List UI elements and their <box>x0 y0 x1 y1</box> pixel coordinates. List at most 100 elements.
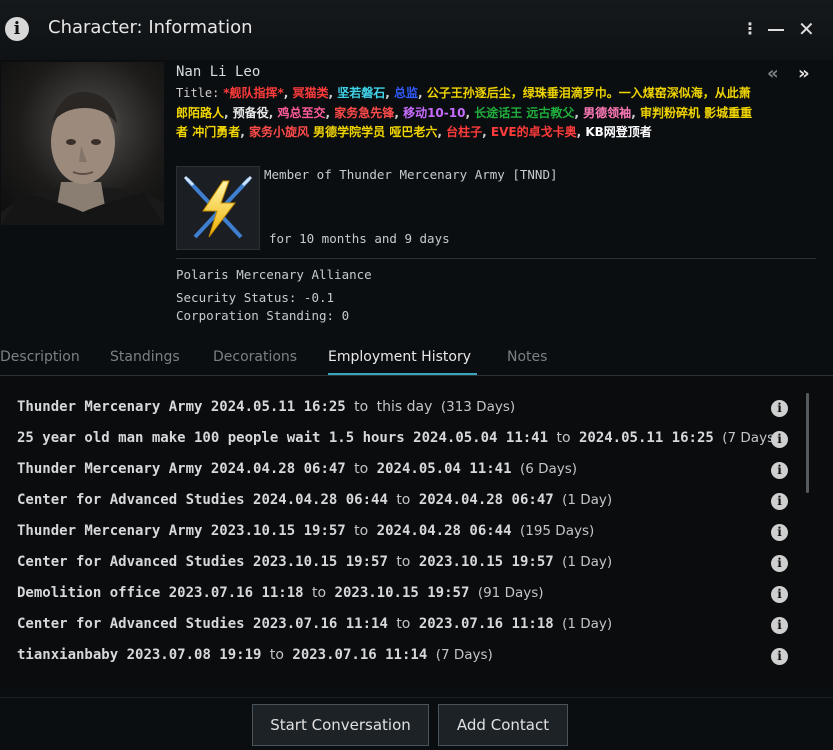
title-segment: 台柱子 <box>446 125 483 139</box>
history-start: 2023.10.15 19:57 <box>210 523 346 539</box>
tab-description[interactable]: Description <box>0 349 80 365</box>
row-clip: Center for Advanced Studies 2024.04.28 0… <box>0 486 796 517</box>
history-start: 2023.07.16 11:18 <box>168 585 304 601</box>
character-titles: Title: *舰队指挥*, 冥猫类, 坚若磐石, 总监, 公子王孙逐后尘，绿珠… <box>176 84 761 143</box>
info-icon[interactable]: i <box>771 648 788 665</box>
history-days: (1 Day) <box>562 554 613 570</box>
history-start: 2023.07.08 19:19 <box>126 647 262 663</box>
title-segment: , <box>418 86 427 100</box>
history-start: 2024.04.28 06:44 <box>253 492 388 508</box>
title-segment: , <box>224 105 233 120</box>
history-end: 2024.05.04 11:41 <box>376 461 512 477</box>
history-entry: Center for Advanced Studies 2023.07.16 1… <box>17 616 612 632</box>
table-row[interactable]: Center for Advanced Studies 2024.04.28 0… <box>0 486 800 517</box>
tab-decorations[interactable]: Decorations <box>213 349 297 365</box>
tab-employment-history[interactable]: Employment History <box>328 349 471 365</box>
history-entry: Center for Advanced Studies 2024.04.28 0… <box>17 492 612 508</box>
history-to: to <box>556 430 571 446</box>
title-segment: , <box>482 125 491 139</box>
previous-arrow-icon[interactable]: « <box>767 63 779 84</box>
title-segment: , <box>385 86 395 100</box>
history-to: to <box>269 647 284 663</box>
history-corp[interactable]: Demolition office <box>17 585 160 601</box>
history-to: to <box>354 461 369 477</box>
info-icon[interactable]: i <box>5 17 29 41</box>
alliance-name[interactable]: Polaris Mercenary Alliance <box>176 267 372 282</box>
history-entry: Center for Advanced Studies 2023.10.15 1… <box>17 554 612 570</box>
title-segment: , <box>240 125 249 139</box>
info-icon[interactable]: i <box>771 524 788 541</box>
title-segment: 哑巴老六 <box>389 125 438 139</box>
history-days: (91 Days) <box>477 585 544 601</box>
start-conversation-button[interactable]: Start Conversation <box>252 704 429 746</box>
history-to: to <box>396 492 411 508</box>
table-row[interactable]: Center for Advanced Studies 2023.07.16 1… <box>0 610 800 641</box>
info-icon[interactable]: i <box>771 431 788 448</box>
history-corp[interactable]: Center for Advanced Studies <box>17 616 245 632</box>
table-row[interactable]: Thunder Mercenary Army 2023.10.15 19:57 … <box>0 517 800 548</box>
history-entry: tianxianbaby 2023.07.08 19:19 to 2023.07… <box>17 647 493 663</box>
title-segment: 长途话王 <box>474 105 523 120</box>
table-row[interactable]: Demolition office 2023.07.16 11:18 to 20… <box>0 579 800 610</box>
character-portrait[interactable] <box>1 62 164 225</box>
history-corp[interactable]: Thunder Mercenary Army <box>17 399 202 415</box>
portrait-illustration <box>1 91 164 225</box>
window-titlebar: i Character: Information ⋮ ✕ <box>0 0 833 60</box>
title-segment: , <box>328 86 338 100</box>
next-arrow-icon[interactable]: » <box>798 63 810 84</box>
row-clip: Thunder Mercenary Army 2023.10.15 19:57 … <box>0 517 796 548</box>
history-corp[interactable]: Thunder Mercenary Army <box>17 523 202 539</box>
info-icon[interactable]: i <box>771 617 788 634</box>
history-days: (6 Days) <box>519 461 578 477</box>
history-corp[interactable]: Center for Advanced Studies <box>17 554 245 570</box>
table-row[interactable]: Center for Advanced Studies 2023.10.15 1… <box>0 548 800 579</box>
history-corp[interactable]: tianxianbaby <box>17 647 118 663</box>
info-icon[interactable]: i <box>771 400 788 417</box>
row-clip: Center for Advanced Studies 2023.07.16 1… <box>0 610 796 641</box>
history-to: to <box>396 616 411 632</box>
title-segment: , <box>394 105 404 120</box>
history-corp[interactable]: Center for Advanced Studies <box>17 492 245 508</box>
row-clip: 25 year old man make 100 people wait 1.5… <box>0 424 796 455</box>
history-end: 2024.04.28 06:47 <box>418 492 554 508</box>
row-clip: Thunder Mercenary Army 2024.05.11 16:25 … <box>0 393 796 424</box>
scrollbar[interactable] <box>806 393 809 493</box>
table-row[interactable]: Thunder Mercenary Army 2024.05.11 16:25 … <box>0 393 800 424</box>
info-icon[interactable]: i <box>771 555 788 572</box>
history-to: to <box>354 399 369 415</box>
title-segment: 男德学院学员 <box>313 125 386 139</box>
history-corp[interactable]: 25 year old man make 100 people wait 1.5… <box>17 430 405 446</box>
title-segment: 男德领袖 <box>583 105 632 120</box>
info-icon[interactable]: i <box>771 493 788 510</box>
title-segment: *舰队指挥* <box>223 86 284 100</box>
active-tab-indicator <box>328 373 477 375</box>
window-title: Character: Information <box>48 17 253 38</box>
tab-standings[interactable]: Standings <box>110 349 180 365</box>
history-corp[interactable]: Thunder Mercenary Army <box>17 461 202 477</box>
history-end: 2023.10.15 19:57 <box>418 554 554 570</box>
title-segments: *舰队指挥*, 冥猫类, 坚若磐石, 总监, 公子王孙逐后尘，绿珠垂泪滴罗巾。一… <box>176 86 752 139</box>
close-icon[interactable]: ✕ <box>798 18 815 40</box>
menu-icon[interactable]: ⋮ <box>742 20 758 38</box>
title-segment: 冥猫类 <box>292 86 329 100</box>
lightning-icon <box>183 175 253 239</box>
info-icon[interactable]: i <box>771 462 788 479</box>
add-contact-button[interactable]: Add Contact <box>438 704 568 746</box>
tab-notes[interactable]: Notes <box>507 349 547 365</box>
corporation-logo[interactable] <box>176 166 260 250</box>
history-to: to <box>396 554 411 570</box>
history-entry: Demolition office 2023.07.16 11:18 to 20… <box>17 585 544 601</box>
row-clip: Center for Advanced Studies 2023.10.15 1… <box>0 548 796 579</box>
title-segment: 冲门勇者 <box>192 125 241 139</box>
title-segment: 家务急先锋 <box>334 105 395 120</box>
character-name: Nan Li Leo <box>176 64 261 80</box>
info-icon[interactable]: i <box>771 586 788 603</box>
minimize-icon[interactable] <box>768 29 784 31</box>
title-segment: 预备役 <box>232 105 269 120</box>
table-row[interactable]: Thunder Mercenary Army 2024.04.28 06:47 … <box>0 455 800 486</box>
table-row[interactable]: 25 year old man make 100 people wait 1.5… <box>0 424 800 455</box>
table-row[interactable]: tianxianbaby 2023.07.08 19:19 to 2023.07… <box>0 641 800 672</box>
corporation-membership[interactable]: Member of Thunder Mercenary Army [TNND] <box>264 167 558 182</box>
title-segment: 总监 <box>394 86 419 100</box>
row-clip: Thunder Mercenary Army 2024.04.28 06:47 … <box>0 455 796 486</box>
